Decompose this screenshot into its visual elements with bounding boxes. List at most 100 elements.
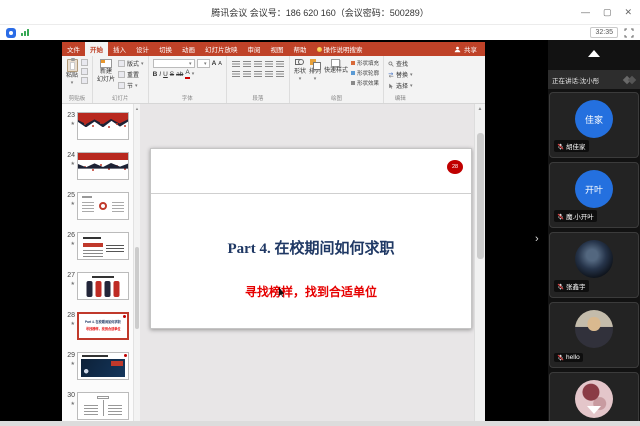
bold-button[interactable]: B [153, 71, 158, 78]
edit-area-scrollbar[interactable]: ▲ [474, 104, 485, 421]
slide-divider-line [151, 193, 471, 194]
align-left-button[interactable] [232, 71, 240, 77]
shapes-icon [295, 59, 304, 68]
find-button[interactable]: 查找 [388, 59, 413, 68]
thumbnail-slide-23[interactable]: 23★ [64, 112, 140, 140]
quick-styles-button[interactable]: 快速样式 [324, 59, 348, 75]
meeting-duration: 32:35 [590, 27, 618, 38]
thumbnail-slide-30[interactable]: 30★ [64, 392, 140, 420]
replace-button[interactable]: 替换 ▾ [388, 70, 413, 79]
minimize-button[interactable]: — [581, 7, 590, 17]
line-spacing-button[interactable] [276, 61, 284, 67]
thumbnail-slide-24[interactable]: 24★ [64, 152, 140, 180]
group-label-paragraph: 段落 [227, 94, 289, 102]
participant-name-bar: 胡佳家 [554, 140, 589, 152]
decrease-indent-button[interactable] [254, 61, 262, 67]
avatar [575, 310, 613, 348]
shrink-font-button[interactable]: A [218, 61, 222, 67]
font-color-button[interactable]: A [185, 70, 189, 79]
red-ring-graphic [99, 202, 107, 210]
font-size-select[interactable]: ▾ [197, 59, 210, 68]
scrollbar-thumb[interactable] [477, 133, 484, 260]
scroll-up-arrow-icon[interactable]: ▲ [475, 104, 485, 112]
shape-effects-button[interactable]: 形状效果 [351, 79, 379, 87]
align-center-button[interactable] [243, 71, 251, 77]
fullscreen-icon[interactable] [624, 28, 634, 38]
titlebar: 腾讯会议 会议号：186 620 160（会议密码：500289） — ▢ ✕ [0, 0, 640, 25]
participant-tile[interactable]: hello [549, 302, 639, 368]
maximize-button[interactable]: ▢ [603, 7, 612, 18]
scroll-down-triangle-icon[interactable] [587, 406, 601, 414]
close-button[interactable]: ✕ [624, 7, 632, 18]
thumbnail-slide-29[interactable]: 29★ [64, 352, 140, 380]
grow-font-button[interactable]: A [212, 60, 217, 67]
slide-canvas[interactable]: 28 Part 4. 在校期间如何求职 寻找榜样，找到合适单位 [150, 148, 472, 329]
reset-icon [118, 71, 125, 78]
group-label-drawing: 绘图 [290, 94, 383, 102]
sidebar-collapse-chevron[interactable]: › [535, 234, 539, 245]
underline-button[interactable]: U [163, 71, 168, 78]
thumbnail-slide-28-current[interactable]: 28★ Part 4. 在校期间如何求职 寻找榜样，找到合适单位 [64, 312, 140, 340]
numbering-button[interactable] [243, 61, 251, 67]
tab-home[interactable]: 开始 [85, 42, 108, 56]
tab-animations[interactable]: 动画 [177, 42, 200, 56]
slide-title-text[interactable]: Part 4. 在校期间如何求职 [151, 237, 471, 258]
participant-name-bar: 张鑫宇 [554, 280, 589, 292]
tab-file[interactable]: 文件 [62, 42, 85, 56]
group-label-font: 字体 [149, 94, 226, 102]
format-painter-button[interactable] [81, 77, 88, 84]
tab-design[interactable]: 设计 [131, 42, 154, 56]
scrollbar-thumb[interactable] [135, 247, 139, 329]
cut-button[interactable] [81, 59, 88, 66]
participant-tile[interactable]: 张鑫宇 [549, 232, 639, 298]
char-spacing-button[interactable]: ab [176, 71, 183, 78]
participant-tile[interactable]: 佳家 胡佳家 [549, 92, 639, 158]
animation-star-icon: ★ [64, 402, 75, 407]
meeting-app-icon [6, 28, 16, 38]
avatar: 佳家 [575, 100, 613, 138]
paste-button[interactable]: 粘贴 ▾ [66, 59, 78, 86]
new-slide-button[interactable]: 新建 幻灯片 [97, 59, 115, 83]
copy-button[interactable] [81, 68, 88, 75]
align-right-button[interactable] [254, 71, 262, 77]
participant-tile[interactable]: 开叶 魔.小开叶 [549, 162, 639, 228]
section-button[interactable]: 节▾ [118, 81, 144, 90]
tab-insert[interactable]: 插入 [108, 42, 131, 56]
thumbnail-slide-27[interactable]: 27★ [64, 272, 140, 300]
select-button[interactable]: 选择 ▾ [388, 81, 413, 90]
shape-outline-button[interactable]: 形状轮廓 [351, 69, 379, 77]
layout-button[interactable]: 版式▾ [118, 59, 144, 68]
participant-tile[interactable]: BT [549, 372, 639, 426]
tab-help[interactable]: 帮助 [289, 42, 312, 56]
ppt-share-button[interactable]: 共享 [446, 42, 485, 56]
tab-transitions[interactable]: 切换 [154, 42, 177, 56]
tell-me-search[interactable]: 操作说明搜索 [312, 42, 368, 56]
shape-fill-button[interactable]: 形状填充 [351, 59, 379, 67]
tab-view[interactable]: 视图 [266, 42, 289, 56]
thumbnail-slide-26[interactable]: 26★ [64, 232, 140, 260]
tab-review[interactable]: 审阅 [243, 42, 266, 56]
justify-button[interactable] [265, 71, 273, 77]
scroll-up-triangle-icon[interactable] [588, 50, 600, 57]
bullets-button[interactable] [232, 61, 240, 67]
columns-button[interactable] [276, 71, 284, 77]
ribbon: 粘贴 ▾ 剪贴板 新建 幻灯片 [62, 56, 485, 104]
shapes-button[interactable]: 形状 ▾ [294, 59, 306, 82]
font-name-select[interactable]: ▾ [153, 59, 195, 68]
slide-subtitle-text[interactable]: 寻找榜样，找到合适单位 [151, 283, 471, 300]
fill-color-icon [351, 61, 355, 65]
effects-icon [351, 81, 355, 85]
thumbnail-scrollbar[interactable]: ▲ [133, 104, 140, 421]
strikethrough-button[interactable]: S [170, 71, 174, 78]
thumbnail-slide-25[interactable]: 25★ [64, 192, 140, 220]
italic-button[interactable]: I [159, 71, 161, 78]
tab-slideshow[interactable]: 幻灯片放映 [200, 42, 243, 56]
reset-button[interactable]: 重置 [118, 70, 144, 79]
lightbulb-icon [317, 47, 322, 52]
arrange-button[interactable]: 排列 ▾ [309, 59, 321, 82]
slide-number-badge: 28 [447, 160, 463, 174]
mic-muted-icon [557, 354, 564, 361]
group-label-editing: 编辑 [384, 94, 417, 102]
animation-star-icon: ★ [64, 322, 75, 327]
increase-indent-button[interactable] [265, 61, 273, 67]
